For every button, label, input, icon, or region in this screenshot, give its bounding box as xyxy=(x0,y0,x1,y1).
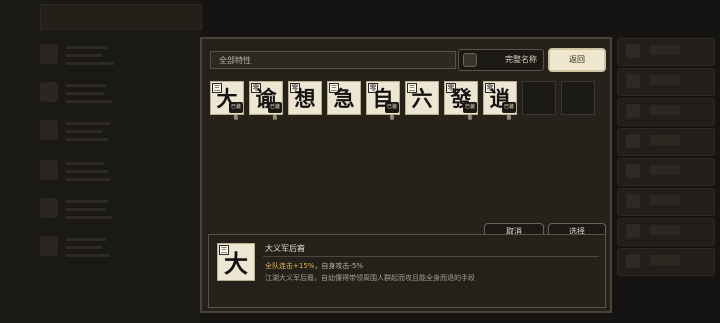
detail-divider xyxy=(263,256,599,257)
trait-glyph: 六 xyxy=(411,86,433,111)
trait-effect-highlight: 全队连击+15% xyxy=(265,262,315,270)
fullname-label: 完整名称 xyxy=(505,55,537,64)
background-menu-button xyxy=(617,68,715,96)
background-menu-button xyxy=(617,188,715,216)
background-menu-button xyxy=(617,98,715,126)
back-button[interactable]: 返回 xyxy=(548,48,606,72)
background-header xyxy=(40,4,202,30)
background-menu-button xyxy=(617,218,715,246)
trait-card[interactable]: 零發已装备 xyxy=(444,81,478,121)
equipped-stamp: 已装备 xyxy=(229,102,243,121)
background-menu-button xyxy=(617,248,715,276)
trait-card[interactable]: 三急 xyxy=(327,81,361,115)
equipped-stamp: 已装备 xyxy=(502,102,516,121)
trait-card[interactable]: 零逍已装备 xyxy=(483,81,517,121)
trait-detail-panel: 三 大 大义军后裔 全队连击+15%，自身攻击-5% 江湖大义军后裔，自幼懂得带… xyxy=(208,234,606,308)
trait-name: 大义军后裔 xyxy=(265,244,305,253)
equipped-stamp: 已装备 xyxy=(463,102,477,121)
background-party-row xyxy=(36,78,196,106)
fullname-checkbox[interactable] xyxy=(463,53,477,67)
trait-description: 江湖大义军后裔，自幼懂得带领周围人群起而攻且能全身而退的手段 xyxy=(265,274,475,282)
equipped-stamp: 已装备 xyxy=(268,102,282,121)
background-menu-button xyxy=(617,158,715,186)
empty-trait-slot[interactable] xyxy=(522,81,556,115)
trait-card[interactable]: 三大已装备 xyxy=(210,81,244,121)
fullname-toggle[interactable]: 完整名称 xyxy=(458,49,544,71)
trait-filter-dropdown[interactable]: 全部特性 xyxy=(210,51,456,69)
background-party-row xyxy=(36,116,196,144)
trait-effect: 全队连击+15%，自身攻击-5% xyxy=(265,261,363,271)
background-party-row xyxy=(36,232,196,260)
trait-card[interactable]: 三六 xyxy=(405,81,439,115)
selected-trait-card: 三 大 xyxy=(217,243,255,281)
trait-effect-rest: ，自身攻击-5% xyxy=(314,262,364,270)
trait-card[interactable]: 零自已装备 xyxy=(366,81,400,121)
background-menu-button xyxy=(617,38,715,66)
trait-select-modal: 全部特性 完整名称 返回 三大已装备零谕已装备零想三急零自已装备三六零發已装备零… xyxy=(200,37,612,313)
background-menu-button xyxy=(617,128,715,156)
trait-glyph: 急 xyxy=(333,86,355,111)
trait-glyph: 想 xyxy=(294,86,316,111)
empty-trait-slot[interactable] xyxy=(561,81,595,115)
trait-card[interactable]: 零谕已装备 xyxy=(249,81,283,121)
trait-card[interactable]: 零想 xyxy=(288,81,322,115)
trait-glyph: 大 xyxy=(224,249,248,278)
background-party-row xyxy=(36,156,196,184)
equipped-stamp: 已装备 xyxy=(385,102,399,121)
background-party-row xyxy=(36,194,196,222)
background-party-row xyxy=(36,40,196,68)
